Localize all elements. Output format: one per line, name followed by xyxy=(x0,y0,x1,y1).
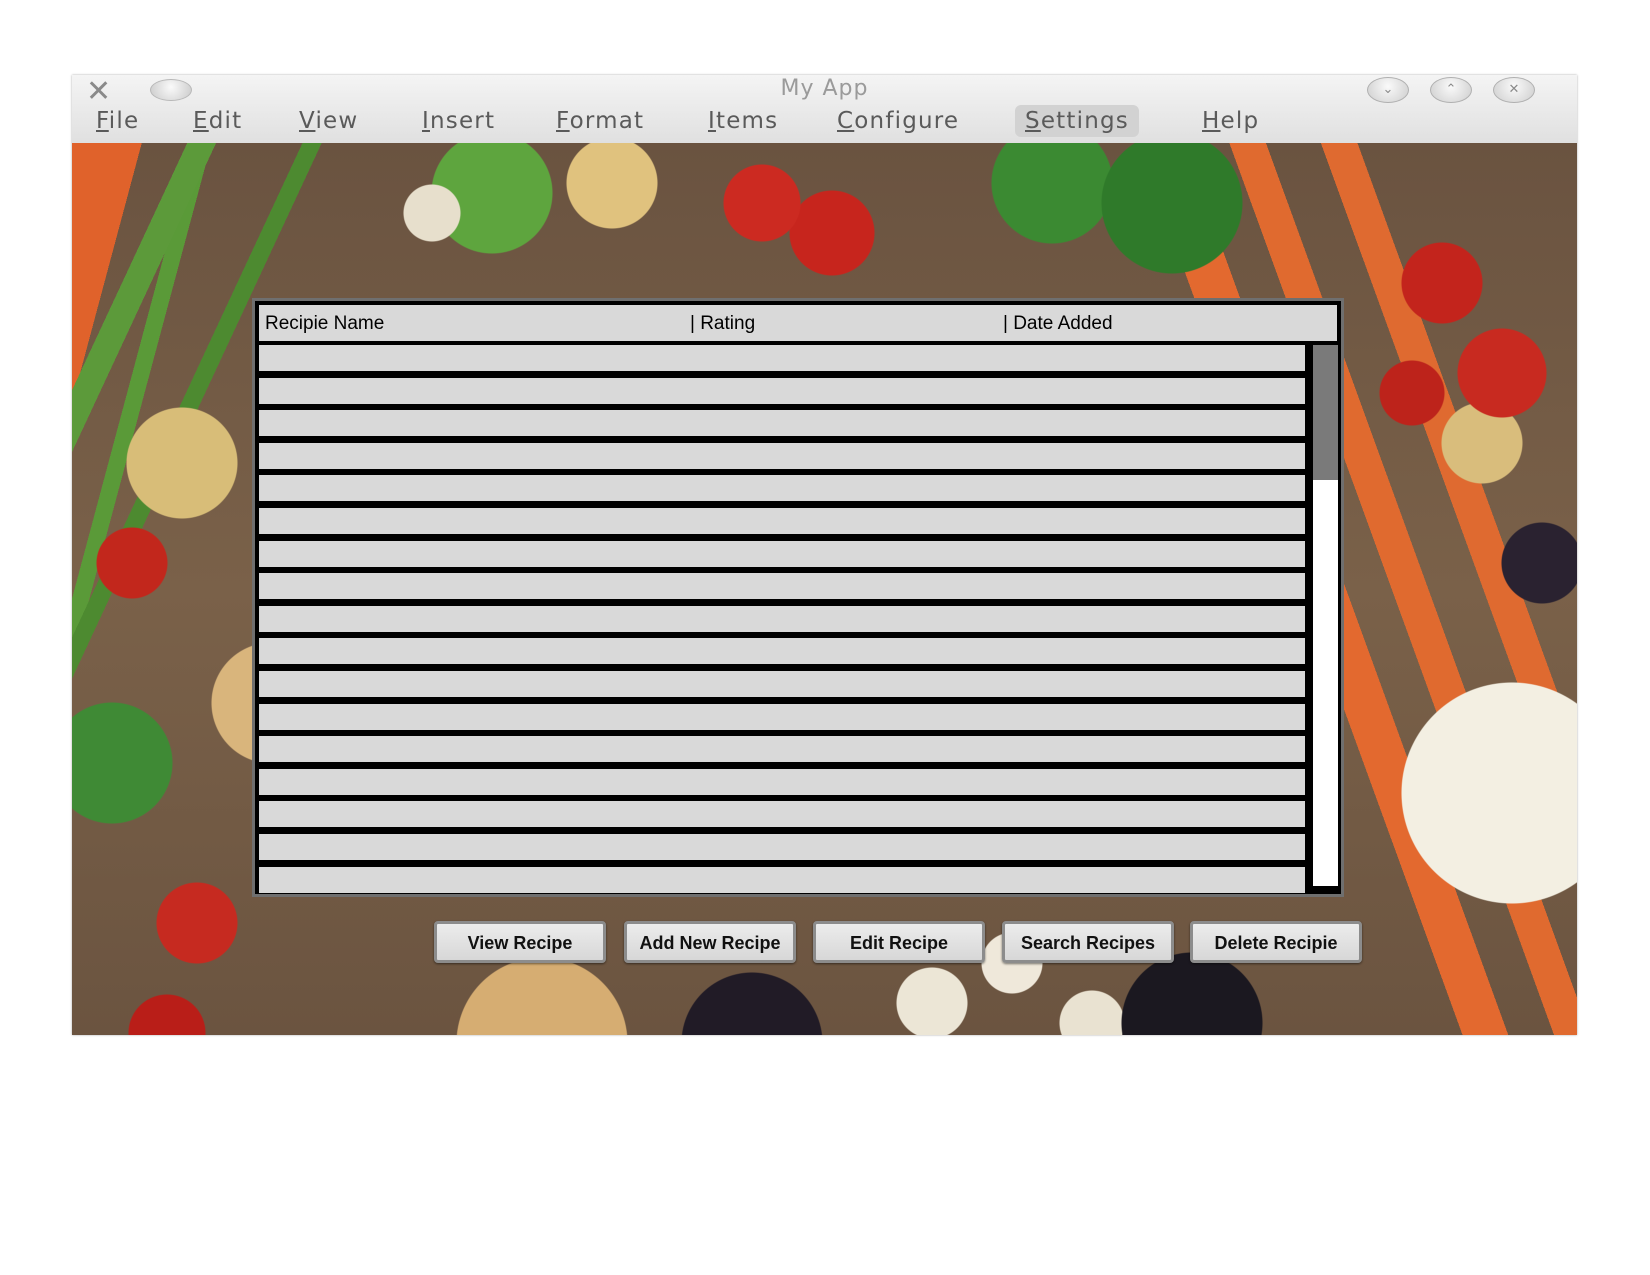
edit-recipe-button[interactable]: Edit Recipe xyxy=(813,921,985,963)
table-header: Recipie Name | Rating | Date Added xyxy=(259,305,1337,341)
table-row[interactable] xyxy=(259,736,1305,763)
menu-settings[interactable]: Settings xyxy=(1015,105,1139,137)
menu-insert[interactable]: Insert xyxy=(412,105,505,137)
table-row[interactable] xyxy=(259,345,1305,371)
column-header-recipe-name[interactable]: Recipie Name xyxy=(265,305,384,341)
table-row[interactable] xyxy=(259,540,1305,567)
menu-help[interactable]: Help xyxy=(1192,105,1269,137)
table-row[interactable] xyxy=(259,801,1305,828)
menu-edit[interactable]: Edit xyxy=(183,105,252,137)
table-row[interactable] xyxy=(259,377,1305,404)
delete-recipe-button[interactable]: Delete Recipie xyxy=(1190,921,1362,963)
table-row[interactable] xyxy=(259,475,1305,502)
close-icon[interactable]: ✕ xyxy=(1493,77,1535,103)
menu-file[interactable]: File xyxy=(86,105,149,137)
vertical-scrollbar[interactable] xyxy=(1313,345,1338,886)
table-row[interactable] xyxy=(259,442,1305,469)
table-row[interactable] xyxy=(259,768,1305,795)
window-title: My App xyxy=(780,76,869,101)
menu-format[interactable]: Format xyxy=(546,105,654,137)
table-row[interactable] xyxy=(259,410,1305,437)
vegetables-background-image: Recipie Name | Rating | Date Added View … xyxy=(72,143,1577,1035)
menu-configure[interactable]: Configure xyxy=(827,105,969,137)
view-recipe-button[interactable]: View Recipe xyxy=(434,921,606,963)
table-row[interactable] xyxy=(259,833,1305,860)
menu-items[interactable]: Items xyxy=(698,105,788,137)
search-recipes-button[interactable]: Search Recipes xyxy=(1002,921,1174,963)
app-window: ✕ My App ⌄ ⌃ ✕ File Edit View Insert For… xyxy=(72,75,1577,1035)
table-row[interactable] xyxy=(259,703,1305,730)
table-row[interactable] xyxy=(259,866,1305,893)
scrollbar-thumb[interactable] xyxy=(1313,345,1338,480)
table-body xyxy=(259,345,1305,899)
column-header-rating[interactable]: | Rating xyxy=(690,305,755,341)
minimize-icon[interactable]: ⌄ xyxy=(1367,77,1409,103)
table-row[interactable] xyxy=(259,670,1305,697)
title-bar: ✕ My App ⌄ ⌃ ✕ File Edit View Insert For… xyxy=(72,75,1577,144)
table-row[interactable] xyxy=(259,507,1305,534)
menu-view[interactable]: View xyxy=(289,105,368,137)
table-row[interactable] xyxy=(259,605,1305,632)
recipe-list[interactable]: Recipie Name | Rating | Date Added xyxy=(252,298,1344,897)
maximize-icon[interactable]: ⌃ xyxy=(1430,77,1472,103)
column-header-date-added[interactable]: | Date Added xyxy=(1003,305,1113,341)
add-new-recipe-button[interactable]: Add New Recipe xyxy=(624,921,796,963)
table-row[interactable] xyxy=(259,573,1305,600)
table-row[interactable] xyxy=(259,638,1305,665)
menu-bar: File Edit View Insert Format Items Confi… xyxy=(72,105,1577,141)
